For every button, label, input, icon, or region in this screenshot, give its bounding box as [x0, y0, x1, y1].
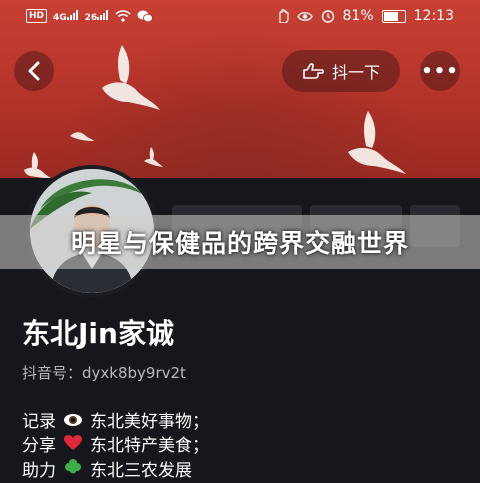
eye-icon [296, 11, 313, 21]
status-time: 12:13 [413, 8, 454, 24]
battery-icon [381, 9, 406, 23]
bio-text: 东北三农发展 [90, 460, 192, 481]
status-left: HD 4G 26 [26, 9, 154, 23]
heart-icon [63, 434, 83, 458]
status-right: 81% 12:13 [277, 8, 454, 24]
back-button[interactable] [14, 51, 54, 91]
more-button[interactable]: ••• [420, 51, 460, 91]
wechat-icon [137, 10, 154, 22]
battery-percent: 81% [342, 8, 374, 24]
status-bar: HD 4G 26 81% 12:13 [0, 0, 480, 36]
dove-decoration [70, 132, 94, 141]
profile-name: 东北Jin家诚 [22, 317, 174, 350]
signal-2g-icon: 26 [85, 9, 110, 23]
hand-icon [278, 9, 289, 23]
bio-prefix: 助力 [22, 460, 56, 481]
dove-decoration [144, 147, 163, 167]
dove-decoration [24, 152, 51, 178]
wifi-icon [115, 10, 131, 22]
shake-label: 抖一下 [331, 63, 380, 82]
alarm-icon [321, 10, 334, 23]
hd-icon: HD [26, 9, 48, 23]
bio-line: 分享 东北特产美食； [22, 434, 209, 458]
shake-button[interactable]: 抖一下 [282, 50, 400, 92]
signal-4g-icon: 4G [53, 9, 79, 23]
bio-prefix: 记录 [22, 412, 56, 432]
profile-bio: 记录 东北美好事物； 分享 东北特产美食； 助力 东北三农发展 [22, 410, 209, 483]
bio-line: 助力 东北三农发展 [22, 458, 209, 483]
eye-icon [63, 410, 83, 434]
bio-text: 东北特产美食； [90, 436, 209, 456]
bio-text: 东北美好事物； [90, 412, 209, 432]
bio-line: 记录 东北美好事物； [22, 410, 209, 434]
dove-decoration [102, 45, 160, 110]
pointing-hand-icon [303, 63, 324, 79]
chevron-left-icon [28, 61, 40, 81]
more-icon: ••• [421, 60, 459, 82]
headline-overlay: 明星与保健品的跨界交融世界 [0, 215, 480, 269]
bio-prefix: 分享 [22, 436, 56, 456]
headline-text: 明星与保健品的跨界交融世界 [70, 229, 409, 258]
clover-icon [63, 458, 83, 483]
dove-decoration [348, 111, 406, 174]
douyin-id[interactable]: 抖音号：dyxk8by9rv2t [22, 362, 186, 383]
